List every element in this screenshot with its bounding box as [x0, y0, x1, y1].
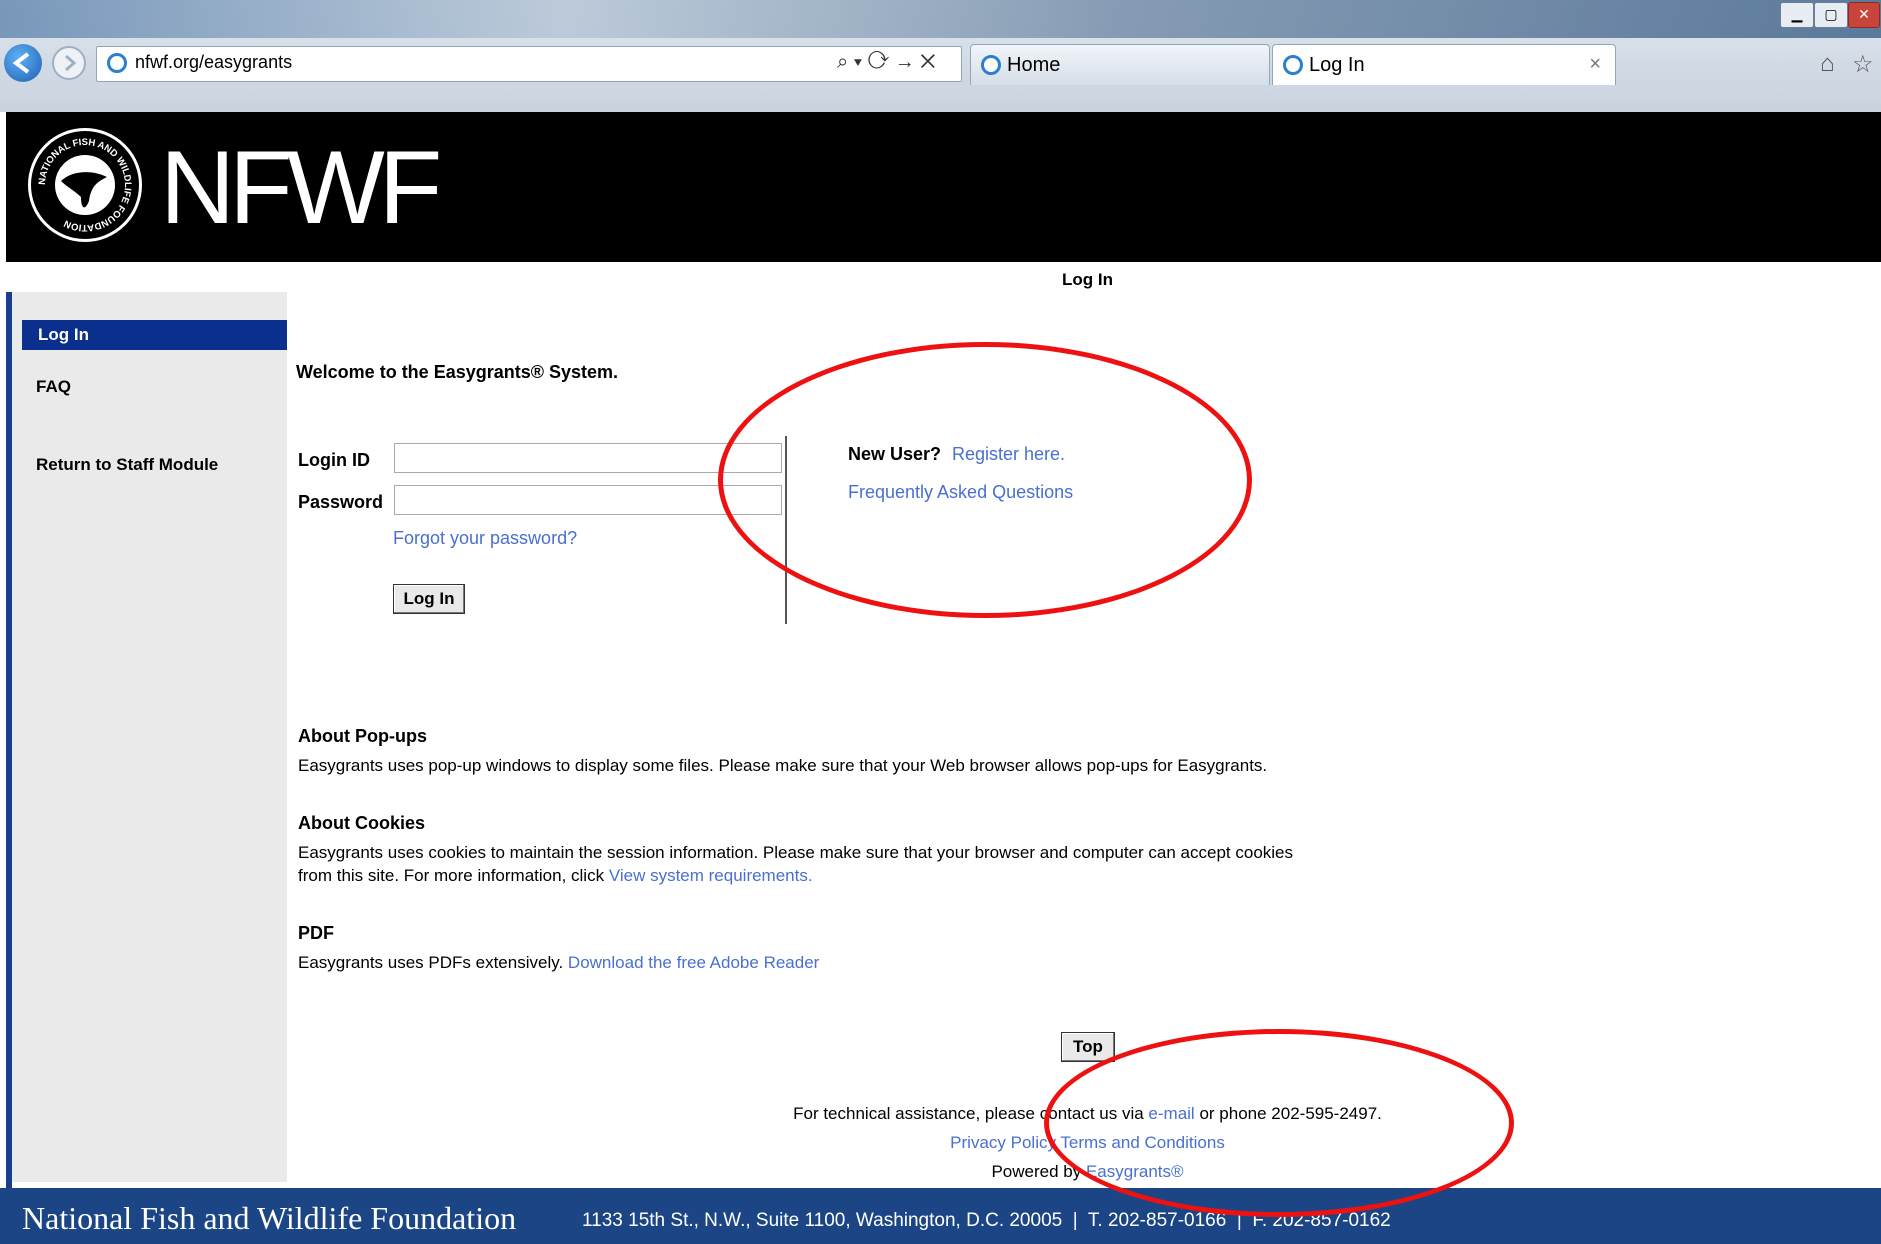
tab-close-icon[interactable]: ×	[1589, 53, 1601, 76]
sidebar-item-log-in[interactable]: Log In	[22, 320, 287, 350]
login-id-label: Login ID	[298, 450, 370, 470]
sidebar	[12, 292, 287, 1182]
pdf-text: Easygrants uses PDFs extensively.	[298, 953, 564, 972]
address-text[interactable]: nfwf.org/easygrants	[135, 52, 292, 73]
maximize-icon[interactable]: ▢	[1814, 2, 1848, 28]
sidebar-item-return-to-staff-module[interactable]: Return to Staff Module	[36, 455, 218, 475]
forgot-password-link[interactable]: Forgot your password?	[393, 528, 577, 549]
ie-tab-icon	[1283, 55, 1303, 75]
home-icon[interactable]: ⌂	[1820, 50, 1835, 78]
sidebar-item-faq[interactable]: FAQ	[36, 377, 71, 397]
window-titlebar	[0, 0, 1881, 38]
cookies-heading: About Cookies	[298, 813, 426, 833]
forward-button[interactable]	[52, 46, 86, 80]
pdf-heading: PDF	[298, 923, 334, 943]
cookies-text-line1: Easygrants uses cookies to maintain the …	[298, 843, 1294, 862]
foundation-footer: National Fish and Wildlife Foundation 11…	[0, 1188, 1881, 1244]
ie-tab-icon	[981, 55, 1001, 75]
system-requirements-link[interactable]: View system requirements.	[609, 866, 813, 885]
duck-emblem-icon: NATIONAL FISH AND WILDLIFE FOUNDATION	[37, 137, 133, 233]
ie-page-icon	[107, 53, 127, 73]
annotation-circle-contact	[1044, 1029, 1514, 1217]
search-refresh-controls[interactable]: ⌕ ▾ ⟳ → ✕	[837, 51, 936, 74]
address-bar[interactable]: nfwf.org/easygrants ⌕ ▾ ⟳ → ✕	[96, 46, 962, 82]
pdf-text-line: Easygrants uses PDFs extensively. Downlo…	[298, 953, 819, 973]
back-button[interactable]	[4, 44, 42, 82]
nfwf-seal-logo: NATIONAL FISH AND WILDLIFE FOUNDATION	[28, 128, 142, 242]
tab-label: Log In	[1309, 53, 1365, 76]
welcome-heading: Welcome to the Easygrants® System.	[296, 362, 619, 382]
policy-links-line: Privacy Policy Terms and Conditions	[0, 1133, 1881, 1153]
minimize-icon[interactable]: ▁	[1780, 2, 1814, 28]
close-window-icon[interactable]: ✕	[1848, 2, 1880, 28]
adobe-reader-link[interactable]: Download the free Adobe Reader	[568, 953, 819, 972]
annotation-circle-new-user	[718, 342, 1252, 618]
nfwf-logo-text: NFWF	[160, 130, 442, 246]
powered-by-line: Powered by Easygrants®	[0, 1162, 1881, 1182]
tab-login[interactable]: Log In ×	[1272, 44, 1616, 85]
login-button[interactable]: Log In	[393, 584, 465, 614]
forward-arrow-icon	[65, 54, 77, 72]
top-button[interactable]: Top	[1061, 1032, 1115, 1062]
tab-label: Home	[1007, 53, 1061, 76]
back-arrow-icon	[12, 52, 30, 74]
popups-heading: About Pop-ups	[298, 726, 427, 746]
favorites-star-icon[interactable]: ☆	[1852, 50, 1874, 79]
popups-text: Easygrants uses pop-up windows to displa…	[298, 756, 1268, 775]
cookies-text-line2-text: from this site. For more information, cl…	[298, 866, 605, 885]
tab-home[interactable]: Home	[970, 44, 1270, 85]
page-title: Log In	[1062, 270, 1113, 289]
privacy-policy-link[interactable]: Privacy Policy	[950, 1133, 1056, 1152]
password-label: Password	[298, 492, 384, 512]
cookies-text-line2: from this site. For more information, cl…	[298, 866, 813, 886]
footer-org-name: National Fish and Wildlife Foundation	[22, 1200, 517, 1236]
technical-assistance-line: For technical assistance, please contact…	[0, 1104, 1881, 1124]
